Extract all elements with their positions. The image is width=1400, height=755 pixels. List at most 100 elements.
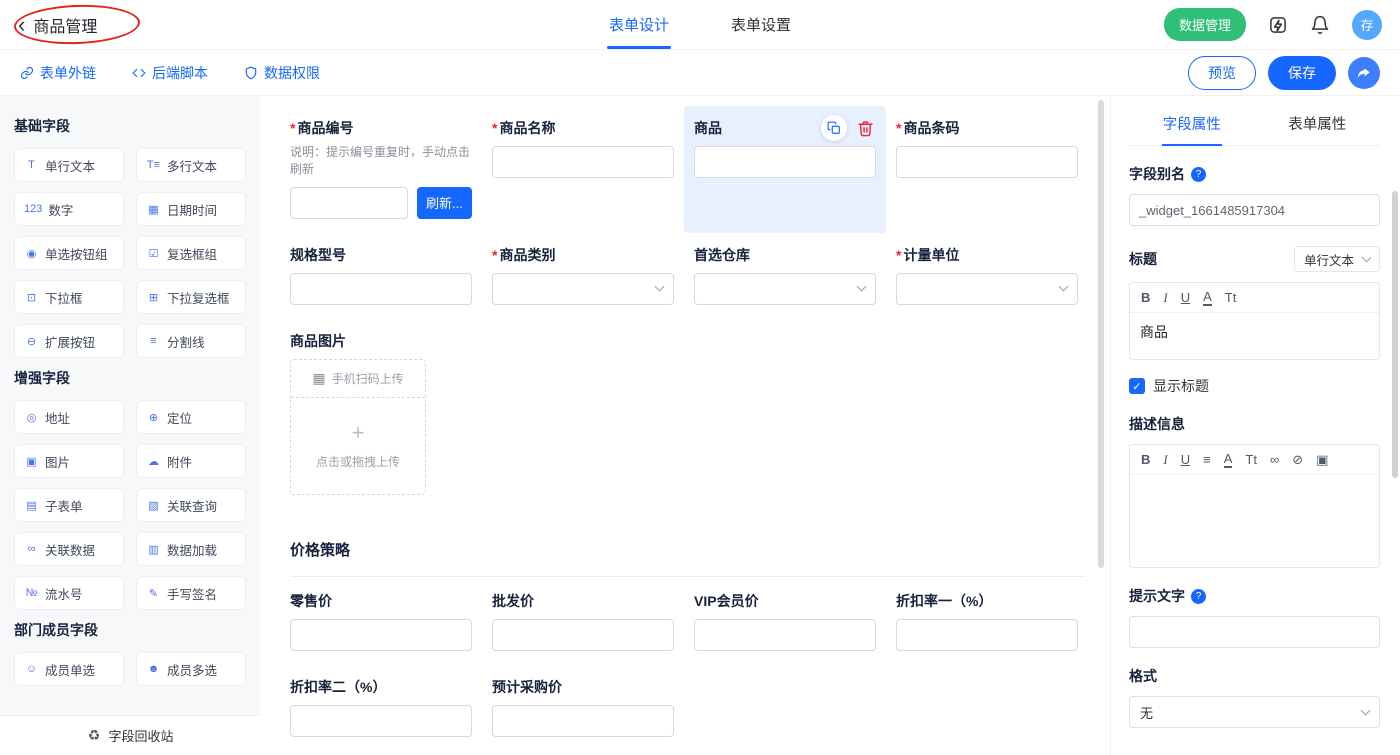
tab-form-properties[interactable]: 表单属性 (1255, 102, 1381, 145)
widget-estimated-purchase-price[interactable]: 预计采购价 (482, 665, 684, 751)
spec-model-input[interactable] (290, 273, 472, 305)
widget-product-name[interactable]: *商品名称 (482, 106, 684, 233)
form-external-link[interactable]: 表单外链 (20, 63, 96, 83)
field-item-member-single[interactable]: ☺成员单选 (14, 652, 124, 686)
estimated-purchase-price-input[interactable] (492, 705, 674, 737)
field-item-address[interactable]: ◎地址 (14, 400, 124, 434)
alias-input[interactable]: _widget_1661485917304 (1129, 194, 1380, 226)
widget-retail-price[interactable]: 零售价 (280, 579, 482, 665)
tab-form-design[interactable]: 表单设计 (609, 0, 669, 49)
link-icon[interactable]: ∞ (1270, 453, 1279, 466)
show-title-checkbox[interactable]: ✓ (1129, 378, 1145, 394)
underline-icon[interactable]: U (1181, 291, 1190, 304)
field-item-extend-button[interactable]: ⊖扩展按钮 (14, 324, 124, 358)
back-icon[interactable]: ‹ (18, 14, 25, 36)
field-item-subform[interactable]: ▤子表单 (14, 488, 124, 522)
hint-input[interactable] (1129, 616, 1380, 648)
click-upload-button[interactable]: + 点击或拖拽上传 (291, 398, 425, 494)
bold-icon[interactable]: B (1141, 453, 1150, 466)
field-item-dropdown[interactable]: ⊡下拉框 (14, 280, 124, 314)
widget-product-barcode[interactable]: *商品条码 (886, 106, 1088, 233)
vip-price-input[interactable] (694, 619, 876, 651)
field-item-datetime[interactable]: ▦日期时间 (136, 192, 246, 226)
canvas-scrollbar[interactable] (1098, 100, 1104, 568)
help-icon[interactable]: ? (1191, 589, 1206, 604)
wholesale-price-input[interactable] (492, 619, 674, 651)
widget-product-selected[interactable]: 商品 (684, 106, 886, 233)
share-button[interactable] (1348, 57, 1380, 89)
data-permission-link[interactable]: 数据权限 (244, 63, 320, 83)
field-item-linked-query[interactable]: ▧关联查询 (136, 488, 246, 522)
product-code-input[interactable] (290, 187, 408, 219)
widget-product-category[interactable]: *商品类别 (482, 233, 684, 319)
widget-preferred-warehouse[interactable]: 首选仓库 (684, 233, 886, 319)
field-item-data-load[interactable]: ▥数据加载 (136, 532, 246, 566)
unlink-icon[interactable]: ⊘ (1292, 453, 1303, 466)
discount-rate-2-input[interactable] (290, 705, 472, 737)
user-avatar[interactable]: 存 (1352, 10, 1382, 40)
price-section[interactable]: 价格策略 (280, 539, 1090, 560)
tab-form-settings[interactable]: 表单设置 (731, 0, 791, 49)
font-color-icon[interactable]: A (1203, 290, 1212, 306)
insert-image-icon[interactable]: ▣ (1316, 453, 1328, 466)
notification-bell-icon[interactable] (1310, 15, 1330, 35)
preferred-warehouse-select[interactable] (694, 273, 876, 305)
field-item-multi-dropdown[interactable]: ⊞下拉复选框 (136, 280, 246, 314)
align-icon[interactable]: ≡ (1203, 453, 1211, 466)
field-item-radio-group[interactable]: ◉单选按钮组 (14, 236, 124, 270)
field-item-signature[interactable]: ✎手写签名 (136, 576, 246, 610)
field-item-label: 下拉复选框 (167, 288, 230, 307)
widget-product-code[interactable]: *商品编号 说明：提示编号重复时，手动点击刷新 刷新... (280, 106, 482, 233)
italic-icon[interactable]: I (1163, 291, 1167, 304)
font-size-icon[interactable]: Tt (1225, 291, 1237, 304)
widget-discount-rate-2[interactable]: 折扣率二（%） (280, 665, 482, 751)
discount-rate-1-input[interactable] (896, 619, 1078, 651)
retail-price-input[interactable] (290, 619, 472, 651)
field-item-location[interactable]: ⊕定位 (136, 400, 246, 434)
format-select[interactable]: 无 (1129, 696, 1380, 728)
widget-spec-model[interactable]: 规格型号 (280, 233, 482, 319)
field-item-image[interactable]: ▣图片 (14, 444, 124, 478)
widget-wholesale-price[interactable]: 批发价 (482, 579, 684, 665)
help-icon[interactable]: ? (1191, 167, 1206, 182)
field-item-member-multi[interactable]: ☻成员多选 (136, 652, 246, 686)
preview-button[interactable]: 预览 (1188, 56, 1256, 90)
field-item-serial-number[interactable]: №流水号 (14, 576, 124, 610)
product-input[interactable] (694, 146, 876, 178)
product-barcode-input[interactable] (896, 146, 1078, 178)
field-item-multi-line-text[interactable]: T≡多行文本 (136, 148, 246, 182)
widget-product-image[interactable]: 商品图片 ▦ 手机扫码上传 + 点击或拖拽上传 (280, 319, 482, 509)
delete-widget-button[interactable] (857, 120, 874, 137)
page-scrollbar[interactable] (1392, 191, 1398, 478)
automation-icon[interactable] (1268, 15, 1288, 35)
field-recycle-bin[interactable]: ♻ 字段回收站 (0, 715, 260, 755)
data-manage-button[interactable]: 数据管理 (1164, 8, 1246, 41)
tab-field-properties[interactable]: 字段属性 (1129, 102, 1255, 145)
field-item-linked-data[interactable]: ∞关联数据 (14, 532, 124, 566)
field-item-number[interactable]: 123数字 (14, 192, 124, 226)
widget-unit[interactable]: *计量单位 (886, 233, 1088, 319)
widget-vip-price[interactable]: VIP会员价 (684, 579, 886, 665)
field-item-checkbox-group[interactable]: ☑复选框组 (136, 236, 246, 270)
widget-type-select[interactable]: 单行文本 (1294, 246, 1380, 272)
backend-script-link[interactable]: 后端脚本 (132, 63, 208, 83)
scan-upload-button[interactable]: ▦ 手机扫码上传 (291, 360, 425, 398)
product-category-select[interactable] (492, 273, 674, 305)
italic-icon[interactable]: I (1163, 453, 1167, 466)
font-color-icon[interactable]: A (1224, 452, 1233, 468)
unit-select[interactable] (896, 273, 1078, 305)
font-size-icon[interactable]: Tt (1245, 453, 1257, 466)
refresh-button[interactable]: 刷新... (417, 187, 472, 219)
underline-icon[interactable]: U (1181, 453, 1190, 466)
save-button[interactable]: 保存 (1268, 56, 1336, 90)
title-editor-area[interactable]: 商品 (1130, 313, 1379, 359)
product-name-input[interactable] (492, 146, 674, 178)
bold-icon[interactable]: B (1141, 291, 1150, 304)
description-editor-area[interactable] (1130, 475, 1379, 567)
number-icon: 123 (24, 203, 42, 215)
field-item-attachment[interactable]: ☁附件 (136, 444, 246, 478)
field-item-divider[interactable]: ≡分割线 (136, 324, 246, 358)
field-item-single-line-text[interactable]: T单行文本 (14, 148, 124, 182)
copy-widget-button[interactable] (821, 115, 847, 141)
widget-discount-rate-1[interactable]: 折扣率一（%） (886, 579, 1088, 665)
